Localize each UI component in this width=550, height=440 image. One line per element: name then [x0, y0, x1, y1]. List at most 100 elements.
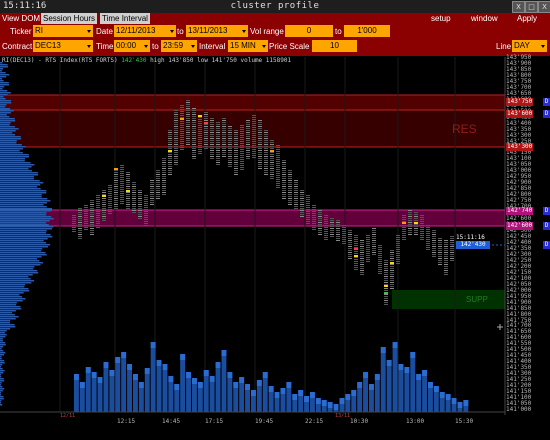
cluster-cell — [198, 131, 202, 132]
cluster-cell — [300, 212, 304, 213]
cluster-cell — [162, 172, 166, 173]
cluster-cell — [390, 266, 394, 267]
cluster-cell — [396, 251, 400, 252]
cluster-cell — [132, 186, 136, 187]
profile-bar — [0, 142, 17, 144]
cluster-cell — [222, 130, 226, 131]
profile-bar — [0, 120, 16, 122]
cluster-cell — [282, 170, 286, 171]
cluster-cell — [432, 244, 436, 245]
cluster-cell — [222, 142, 226, 143]
cluster-cell — [324, 221, 328, 222]
cluster-cell — [240, 147, 244, 148]
cluster-cell — [102, 204, 106, 205]
profile-bar — [0, 170, 32, 172]
chart-canvas — [0, 57, 506, 415]
cluster-cell — [228, 126, 232, 127]
cluster-cell — [450, 252, 454, 253]
cluster-cell — [372, 236, 376, 237]
cluster-cell — [414, 226, 418, 227]
cluster-cell — [240, 153, 244, 154]
cluster-cell — [252, 115, 256, 116]
cluster-cell — [138, 208, 142, 209]
cluster-cell — [120, 169, 124, 170]
cluster-cell — [318, 226, 322, 227]
cluster-cell — [288, 204, 292, 205]
cluster-cell — [198, 153, 202, 154]
day-marker: D — [543, 241, 550, 249]
profile-bar — [0, 204, 44, 206]
cluster-cell — [342, 243, 346, 244]
cluster-cell — [108, 185, 112, 186]
cluster-cell — [426, 247, 430, 248]
cluster-cell — [222, 140, 226, 141]
profile-bar — [0, 342, 6, 344]
time-axis-label: 12:15 — [117, 418, 136, 425]
cluster-cell — [192, 120, 196, 121]
cluster-cell — [300, 200, 304, 201]
cluster-cell — [336, 240, 340, 241]
cluster-cell — [294, 204, 298, 205]
cluster-cell — [192, 118, 196, 119]
cluster-cell — [114, 208, 118, 209]
cluster-cell — [288, 198, 292, 199]
cluster-cell — [234, 138, 238, 139]
cluster-cell — [420, 239, 424, 240]
cluster-cell — [228, 142, 232, 143]
cluster-cell — [78, 216, 82, 217]
cluster-highlight — [102, 195, 106, 197]
cluster-cell — [414, 220, 418, 221]
cluster-cell — [228, 154, 232, 155]
profile-bar — [0, 374, 1, 376]
profile-bar — [0, 328, 11, 330]
cluster-cell — [102, 218, 106, 219]
profile-bar — [0, 358, 2, 360]
cluster-cell — [180, 131, 184, 132]
cluster-cell — [330, 226, 334, 227]
volume-bar-top — [321, 400, 327, 406]
cluster-cell — [192, 116, 196, 117]
profile-bar — [0, 390, 3, 392]
cluster-cell — [162, 170, 166, 171]
volume-bar-top — [239, 377, 245, 383]
cluster-cell — [126, 182, 130, 183]
cluster-cell — [306, 209, 310, 210]
cluster-cell — [390, 258, 394, 259]
profile-bar — [0, 266, 35, 268]
cluster-cell — [246, 134, 250, 135]
cluster-cell — [246, 150, 250, 151]
cluster-cell — [252, 117, 256, 118]
cluster-cell — [390, 282, 394, 283]
cluster-cell — [216, 158, 220, 159]
cluster-cell — [210, 118, 214, 119]
cluster-cell — [342, 231, 346, 232]
cluster-cell — [228, 158, 232, 159]
cluster-cell — [222, 134, 226, 135]
cluster-cell — [102, 190, 106, 191]
cluster-cell — [102, 216, 106, 217]
cluster-cell — [222, 126, 226, 127]
cluster-cell — [378, 257, 382, 258]
volume-bar-top — [251, 390, 256, 396]
cluster-cell — [312, 215, 316, 216]
cluster-cell — [192, 132, 196, 133]
cluster-cell — [84, 223, 88, 224]
cluster-cell — [222, 136, 226, 137]
cluster-cell — [192, 152, 196, 153]
cluster-cell — [438, 260, 442, 261]
cluster-cell — [234, 168, 238, 169]
cluster-cell — [444, 264, 448, 265]
cluster-cell — [306, 213, 310, 214]
cluster-cell — [144, 223, 148, 224]
cluster-cell — [222, 144, 226, 145]
cluster-cell — [366, 257, 370, 258]
cluster-cell — [282, 188, 286, 189]
profile-bar — [0, 176, 34, 178]
cluster-cell — [288, 170, 292, 171]
cluster-cell — [396, 255, 400, 256]
cluster-cell — [168, 166, 172, 167]
cluster-cell — [126, 172, 130, 173]
cluster-cell — [348, 234, 352, 235]
profile-bar — [0, 336, 6, 338]
cluster-cell — [132, 198, 136, 199]
